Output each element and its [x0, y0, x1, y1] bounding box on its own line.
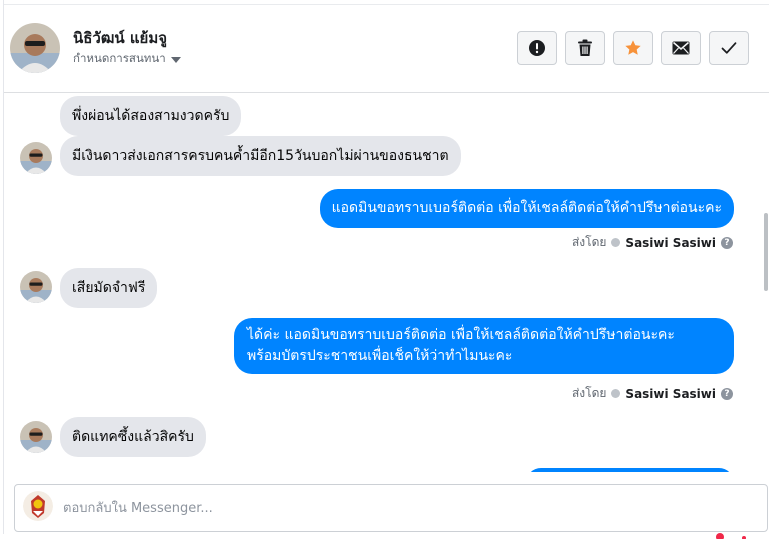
sent-by-info: ส่งโดย Sasiwi Sasiwi ? [572, 384, 733, 403]
outgoing-message: ได้ค่ะ แอดมินขอทราบเบอร์ติดต่อ เพื่อให้เ… [234, 318, 734, 374]
incoming-message: เสียมัดจำฟรี [60, 268, 158, 308]
incoming-message: พึ่งผ่อนได้สองสามงวดครับ [60, 96, 242, 136]
alert-icon [528, 39, 546, 57]
contact-avatar-small[interactable] [20, 421, 52, 453]
sent-by-label: ส่งโดย [571, 386, 607, 400]
reply-tools-partial [714, 524, 754, 541]
incoming-message: มีเงินดาวส่งเอกสารครบคนค้ำมีอีก15วันบอกไ… [60, 136, 461, 176]
outgoing-message: แอดมินขอทราบเบอร์ติดต่อ เพื่อให้เชลล์ติด… [319, 189, 734, 228]
reply-box [14, 484, 768, 532]
star-icon [624, 39, 642, 57]
caret-down-icon [170, 56, 181, 63]
message-text: มีเงินดาวส่งเอกสารครบคนค้ำมีอีก15วันบอกไ… [72, 148, 449, 164]
check-icon [721, 41, 737, 55]
star-button[interactable] [613, 31, 653, 65]
delete-button[interactable] [565, 31, 605, 65]
mark-done-button[interactable] [709, 31, 749, 65]
message-text: เสียมัดจำฟรี [72, 280, 146, 296]
help-icon[interactable]: ? [721, 387, 733, 400]
outgoing-message-partial [526, 468, 734, 472]
mark-unread-button[interactable] [661, 31, 701, 65]
help-icon[interactable]: ? [721, 236, 733, 249]
message-thread[interactable]: พึ่งผ่อนได้สองสามงวดครับ มีเงินดาวส่งเอก… [4, 94, 765, 472]
sent-by-info: ส่งโดย Sasiwi Sasiwi ? [572, 233, 733, 252]
message-text-line: ได้ค่ะ แอดมินขอทราบเบอร์ติดต่อ เพื่อให้เ… [247, 327, 675, 343]
page-logo [23, 491, 53, 521]
reply-input[interactable] [63, 497, 703, 519]
message-text: แอดมินขอทราบเบอร์ติดต่อ เพื่อให้เชลล์ติด… [331, 200, 722, 216]
contact-name[interactable]: นิธิวัฒน์ แย้มจู [73, 26, 167, 50]
message-text: ติดแทคซึ้งแล้วสิครับ [72, 429, 194, 445]
page-dot-icon [611, 389, 621, 398]
assign-label: กำหนดการสนทนา [73, 51, 166, 65]
sender-name: Sasiwi Sasiwi [625, 235, 716, 250]
sender-name: Sasiwi Sasiwi [625, 386, 716, 401]
contact-avatar[interactable] [10, 23, 60, 73]
assign-conversation-dropdown[interactable]: กำหนดการสนทนา [73, 50, 181, 68]
contact-avatar-small[interactable] [20, 271, 52, 303]
trash-icon [577, 39, 593, 57]
message-text-line: พร้อมบัตรประชาชนเพื่อเช็คให้ว่าทำไมนะคะ [247, 348, 513, 364]
page-dot-icon [611, 238, 621, 247]
contact-avatar-small[interactable] [20, 142, 52, 174]
spam-button[interactable] [517, 31, 557, 65]
thread-scrollbar[interactable] [764, 213, 768, 291]
envelope-icon [672, 41, 690, 55]
incoming-message: ติดแทคซึ้งแล้วสิครับ [60, 417, 206, 457]
header-top-divider [4, 4, 769, 5]
messenger-inbox-thread: นิธิวัฒน์ แย้มจู กำหนดการสนทนา พึ่งผ่อนไ… [0, 0, 769, 541]
sent-by-label: ส่งโดย [571, 235, 607, 249]
message-text: พึ่งผ่อนได้สองสามงวดครับ [72, 108, 230, 124]
